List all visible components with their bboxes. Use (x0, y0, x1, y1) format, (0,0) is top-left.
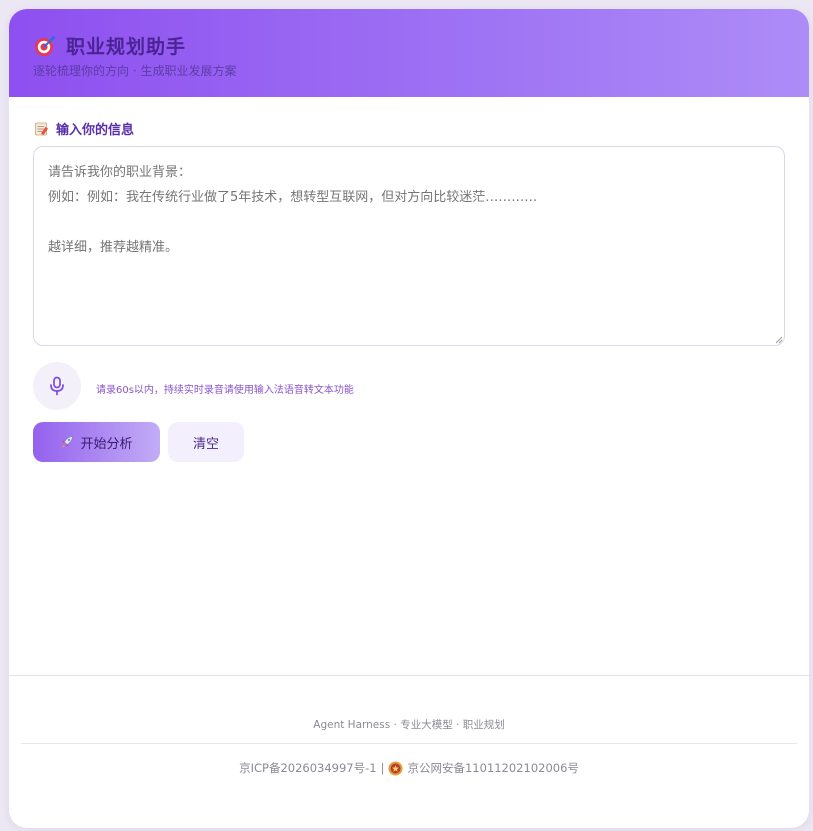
clear-button[interactable]: 清空 (168, 422, 244, 462)
start-analysis-label: 开始分析 (80, 436, 133, 452)
footer-divider (21, 743, 797, 744)
title-row: 职业规划助手 (34, 32, 186, 59)
rocket-icon (61, 436, 74, 448)
footer-divider-top (9, 675, 809, 676)
footer-separator: | (380, 761, 385, 775)
voice-record-button[interactable] (33, 362, 81, 410)
police-record-link[interactable]: 京公网安备11011202102006号 (407, 760, 578, 776)
input-section-label: 输入你的信息 (56, 123, 135, 138)
microphone-icon (50, 376, 64, 396)
voice-hint: 请录60s以内，持续实时录音请使用输入法语音转文本功能 (96, 385, 354, 396)
start-analysis-button[interactable]: 开始分析 (33, 422, 160, 462)
resize-grip-icon[interactable] (775, 336, 783, 344)
header-banner: 职业规划助手 逐轮梳理你的方向 · 生成职业发展方案 (9, 9, 809, 97)
memo-icon (35, 122, 48, 136)
career-background-input[interactable] (33, 146, 785, 346)
target-dart-icon (35, 35, 55, 56)
icp-record-link[interactable]: 京ICP备2026034997号-1 (239, 760, 377, 776)
footer-brand-text: Agent Harness · 专业大模型 · 职业规划 (313, 719, 505, 731)
page-subtitle: 逐轮梳理你的方向 · 生成职业发展方案 (33, 64, 237, 78)
police-badge-icon (388, 761, 403, 775)
main-card: 职业规划助手 逐轮梳理你的方向 · 生成职业发展方案 输入你的信息 请录60s以… (9, 9, 809, 828)
page-title: 职业规划助手 (66, 36, 187, 58)
footer-record-row: 京ICP备2026034997号-1 | 京公网安备11011202102006… (9, 760, 809, 776)
input-section-header: 输入你的信息 (34, 119, 134, 138)
